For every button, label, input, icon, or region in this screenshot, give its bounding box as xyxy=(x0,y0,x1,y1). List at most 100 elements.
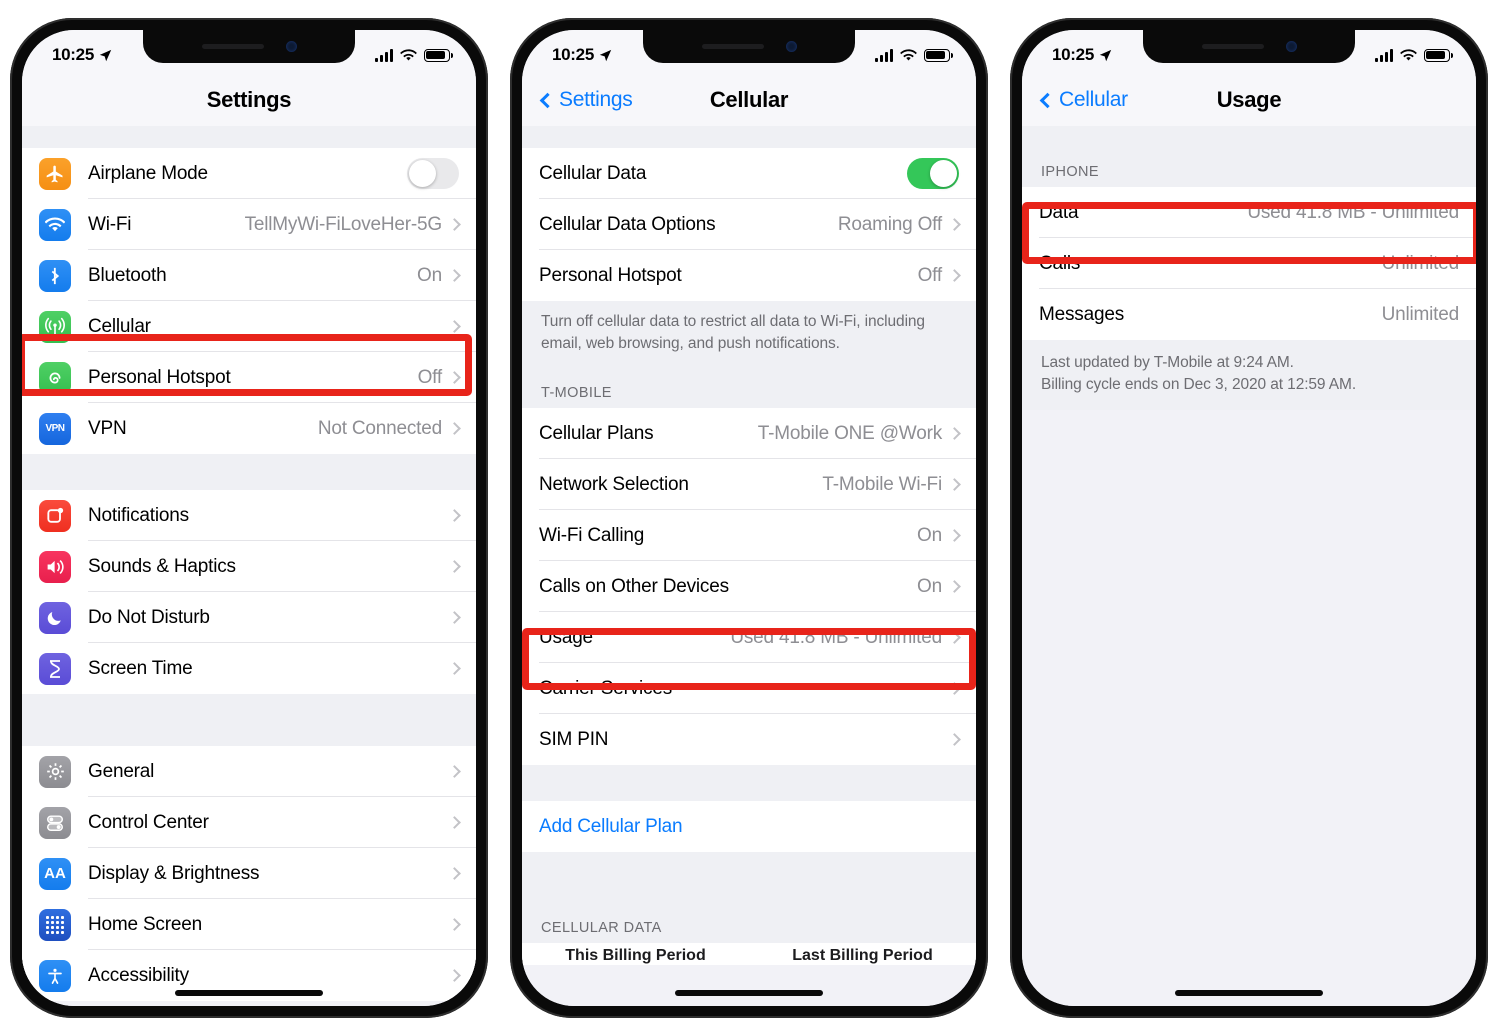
cellular-icon xyxy=(39,310,71,343)
signal-bars-icon xyxy=(875,48,893,62)
phone-1-content: Airplane Mode Wi-Fi TellMyWi-FiLoveHer-5… xyxy=(22,126,476,1006)
row-carrier-services[interactable]: Carrier Services xyxy=(522,663,976,714)
front-camera-icon xyxy=(1285,41,1297,52)
phone-1-screen: 10:25 Settings Airplane Mode Wi-Fi TellM… xyxy=(22,30,476,1006)
chevron-right-icon xyxy=(448,765,461,778)
row-data[interactable]: Data Used 41.8 MB - Unlimited xyxy=(1022,187,1476,238)
bluetooth-icon xyxy=(39,259,71,292)
row-label: Calls on Other Devices xyxy=(539,575,729,597)
screen-time-icon xyxy=(39,652,71,685)
top-gap xyxy=(22,126,476,148)
page-title: Settings xyxy=(206,87,292,112)
phone-3-navbar: Cellular Usage xyxy=(1022,74,1476,126)
tab-last-billing-period[interactable]: Last Billing Period xyxy=(792,947,932,965)
phone-2-content: Cellular Data Cellular Data Options Roam… xyxy=(522,126,976,1006)
wifi-icon xyxy=(900,48,917,61)
sidebar-item-do-not-disturb[interactable]: Do Not Disturb xyxy=(22,592,476,643)
sidebar-item-general[interactable]: General xyxy=(22,746,476,797)
sidebar-item-cellular[interactable]: Cellular xyxy=(22,301,476,352)
row-label: Messages xyxy=(1039,303,1124,325)
cellular-data-toggle[interactable] xyxy=(907,158,959,189)
sidebar-item-bluetooth[interactable]: Bluetooth On xyxy=(22,250,476,301)
row-label: Wi-Fi Calling xyxy=(539,524,645,546)
toggle-knob xyxy=(409,160,436,187)
chevron-right-icon xyxy=(448,509,461,522)
settings-group-general: General Control Center AA Display & Brig… xyxy=(22,746,476,1001)
location-arrow-icon xyxy=(99,49,112,61)
sidebar-item-personal-hotspot[interactable]: Personal Hotspot Off xyxy=(22,352,476,403)
row-personal-hotspot[interactable]: Personal Hotspot Off xyxy=(522,250,976,301)
airplane-mode-toggle[interactable] xyxy=(407,158,459,189)
accessibility-icon xyxy=(39,959,71,992)
section-gap-4 xyxy=(522,852,976,904)
display-brightness-icon: AA xyxy=(39,857,71,890)
sidebar-item-sounds-haptics[interactable]: Sounds & Haptics xyxy=(22,541,476,592)
row-cellular-data-options[interactable]: Cellular Data Options Roaming Off xyxy=(522,199,976,250)
row-sim-pin[interactable]: SIM PIN xyxy=(522,714,976,765)
row-usage[interactable]: Usage Used 41.8 MB - Unlimited xyxy=(522,612,976,663)
battery-icon xyxy=(924,48,954,62)
row-label: Usage xyxy=(539,626,593,648)
status-time: 10:25 xyxy=(52,45,94,64)
row-messages[interactable]: Messages Unlimited xyxy=(1022,289,1476,340)
cellular-group-main: Cellular Data Cellular Data Options Roam… xyxy=(522,148,976,301)
row-cellular-data[interactable]: Cellular Data xyxy=(522,148,976,199)
status-left: 10:25 xyxy=(1052,45,1112,65)
wifi-icon xyxy=(39,208,71,241)
sidebar-item-screen-time[interactable]: Screen Time xyxy=(22,643,476,694)
back-button-settings[interactable]: Settings xyxy=(539,88,633,112)
row-label: Network Selection xyxy=(539,473,689,495)
sidebar-item-label: General xyxy=(88,760,155,782)
row-value: Used 41.8 MB - Unlimited xyxy=(1247,201,1459,223)
sidebar-item-wifi[interactable]: Wi-Fi TellMyWi-FiLoveHer-5G xyxy=(22,199,476,250)
sidebar-item-value: Not Connected xyxy=(317,417,442,439)
sidebar-item-home-screen[interactable]: Home Screen xyxy=(22,899,476,950)
sidebar-item-airplane-mode[interactable]: Airplane Mode xyxy=(22,148,476,199)
phone-1-settings: 10:25 Settings Airplane Mode Wi-Fi TellM… xyxy=(10,18,488,1018)
row-wifi-calling[interactable]: Wi-Fi Calling On xyxy=(522,510,976,561)
row-label: Cellular Data xyxy=(539,162,647,184)
chevron-right-icon xyxy=(948,733,961,746)
status-right xyxy=(875,48,954,62)
section-header-tmobile: T-MOBILE xyxy=(522,369,976,408)
sidebar-item-label: Cellular xyxy=(88,315,151,337)
row-value: Off xyxy=(917,264,943,286)
location-arrow-icon xyxy=(1099,49,1112,61)
sidebar-item-label: Control Center xyxy=(88,811,209,833)
chevron-right-icon xyxy=(448,269,461,282)
sidebar-item-notifications[interactable]: Notifications xyxy=(22,490,476,541)
sounds-icon xyxy=(39,550,71,583)
sidebar-item-vpn[interactable]: VPN VPN Not Connected xyxy=(22,403,476,454)
chevron-right-icon xyxy=(948,427,961,440)
general-gear-icon xyxy=(39,755,71,788)
sidebar-item-value: TellMyWi-FiLoveHer-5G xyxy=(244,213,443,235)
tab-this-billing-period[interactable]: This Billing Period xyxy=(565,947,705,965)
row-calls-other-devices[interactable]: Calls on Other Devices On xyxy=(522,561,976,612)
row-label: Personal Hotspot xyxy=(539,264,682,286)
row-cellular-plans[interactable]: Cellular Plans T-Mobile ONE @Work xyxy=(522,408,976,459)
row-network-selection[interactable]: Network Selection T-Mobile Wi-Fi xyxy=(522,459,976,510)
add-plan-group: Add Cellular Plan xyxy=(522,801,976,852)
three-phone-screenshot: 10:25 Settings Airplane Mode Wi-Fi TellM… xyxy=(0,0,1500,1036)
sidebar-item-value: Off xyxy=(417,366,443,388)
chevron-right-icon xyxy=(948,682,961,695)
sidebar-item-display-brightness[interactable]: AA Display & Brightness xyxy=(22,848,476,899)
chevron-right-icon xyxy=(948,269,961,282)
row-value: On xyxy=(917,524,942,546)
row-add-cellular-plan[interactable]: Add Cellular Plan xyxy=(522,801,976,852)
battery-icon xyxy=(424,48,454,62)
phone-3-screen: 10:25 Cellular Usage IPHONE Data Used 41… xyxy=(1022,30,1476,1006)
sidebar-item-control-center[interactable]: Control Center xyxy=(22,797,476,848)
cellular-group-tmobile: Cellular Plans T-Mobile ONE @Work Networ… xyxy=(522,408,976,765)
chevron-right-icon xyxy=(448,422,461,435)
usage-footnote: Last updated by T-Mobile at 9:24 AM. Bil… xyxy=(1022,340,1476,410)
sidebar-item-label: Accessibility xyxy=(88,964,189,986)
row-label: Carrier Services xyxy=(539,677,672,699)
row-value: T-Mobile ONE @Work xyxy=(757,422,942,444)
chevron-right-icon xyxy=(448,816,461,829)
row-calls[interactable]: Calls Unlimited xyxy=(1022,238,1476,289)
back-button-cellular[interactable]: Cellular xyxy=(1039,88,1128,112)
sidebar-item-label: Personal Hotspot xyxy=(88,366,231,388)
front-camera-icon xyxy=(285,41,297,52)
sidebar-item-label: Display & Brightness xyxy=(88,862,260,884)
